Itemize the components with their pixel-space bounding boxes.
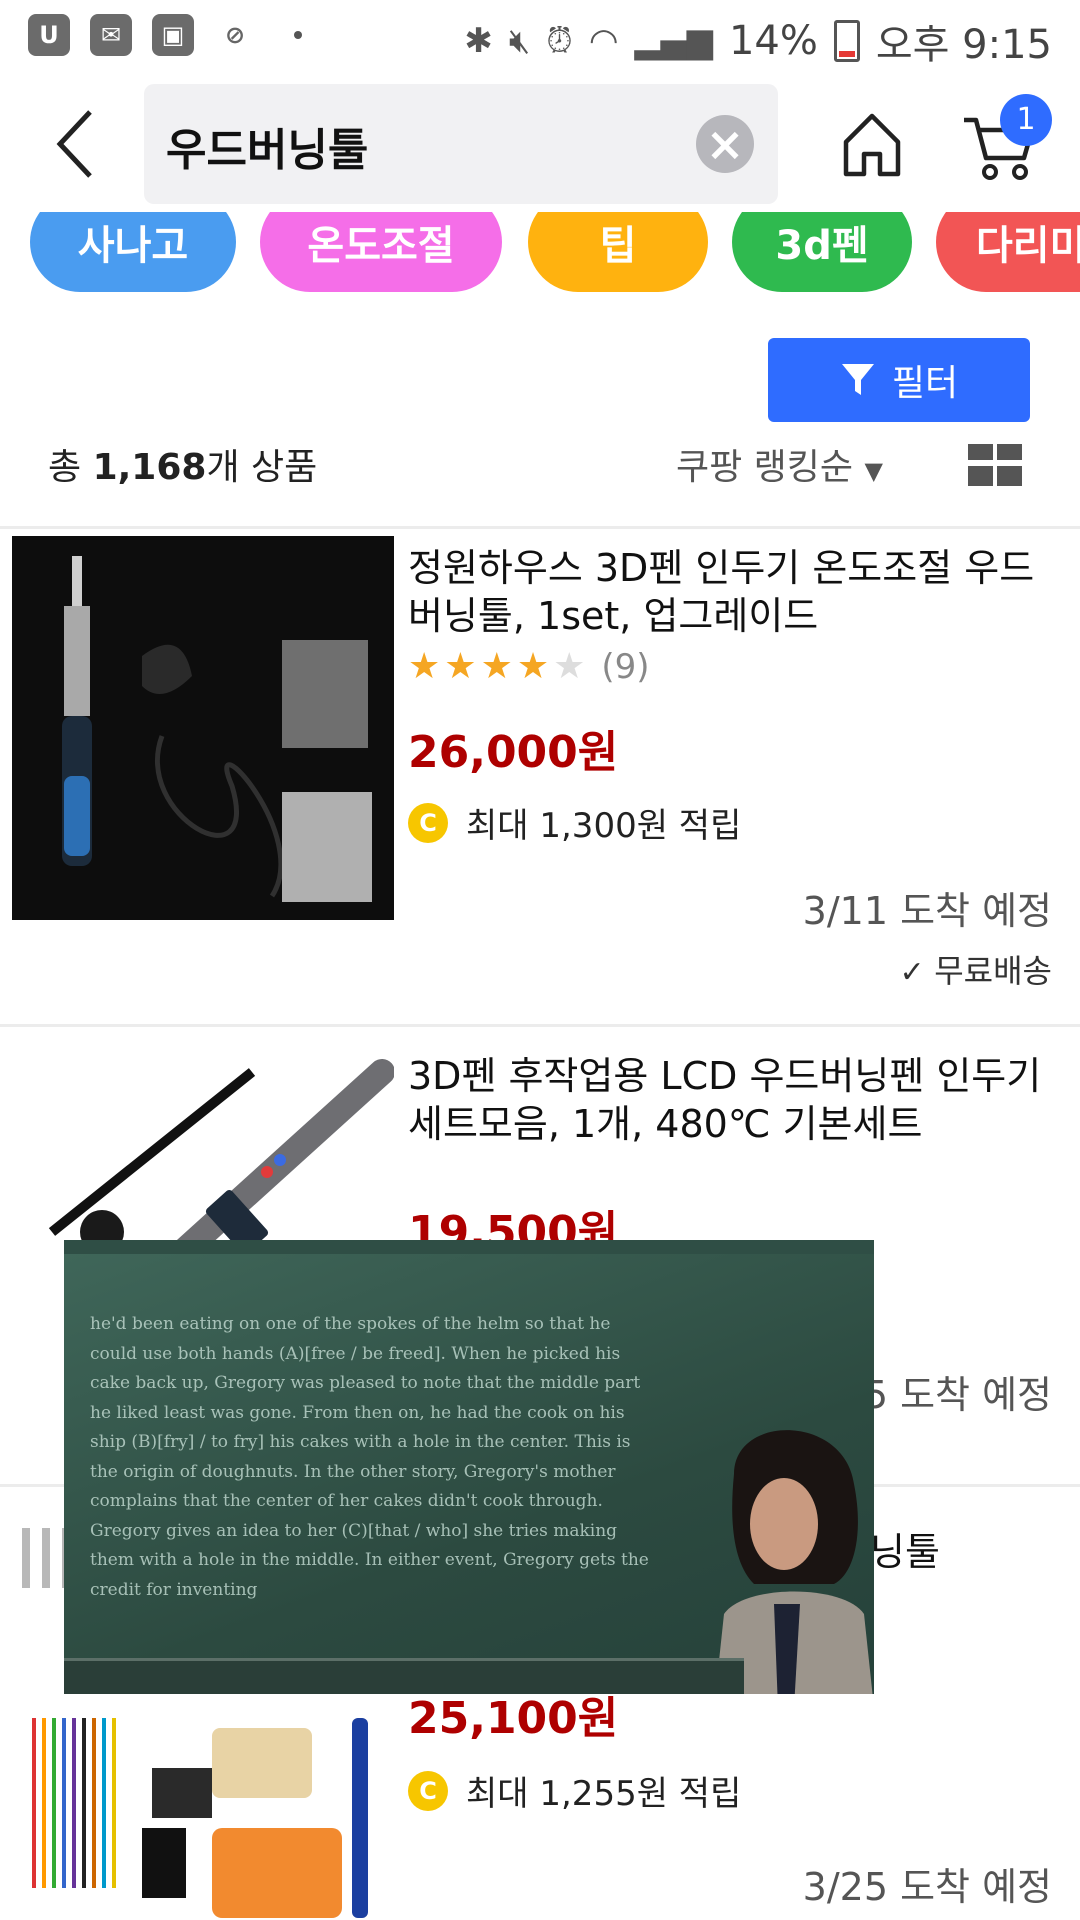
chip-iron[interactable]: 다리미 — [936, 212, 1080, 292]
chip-tip[interactable]: 팁 — [528, 212, 708, 292]
teacher-figure — [715, 1430, 873, 1694]
notification-icons: U ✉ ▣ ⊘ — [28, 14, 302, 56]
caret-down-icon: ▼ — [864, 457, 883, 485]
coupang-cash-icon: C — [408, 802, 448, 843]
chalkboard-text: he'd been eating on one of the spokes of… — [90, 1314, 649, 1600]
more-notifications-dot — [294, 31, 302, 39]
product-image[interactable] — [12, 536, 394, 920]
system-indicators: ✱ 🔇︎ ⏰︎ ◠ ▂▄▆ 14% 오후 9:15 — [464, 12, 1052, 70]
twitch-icon: ▣ — [152, 14, 194, 56]
search-input[interactable]: 우드버닝툴 × — [144, 84, 778, 204]
free-shipping: ✓ 무료배송 — [899, 952, 1052, 990]
mail-icon: ✉ — [90, 14, 132, 56]
product-title[interactable]: 3D펜 후작업용 LCD 우드버닝펜 인두기 세트모음, 1개, 480℃ 기본… — [408, 1052, 1058, 1148]
wifi-icon: ◠ — [588, 21, 619, 61]
search-query[interactable]: 우드버닝툴 — [166, 114, 368, 178]
coupang-cash-icon: C — [408, 1770, 448, 1811]
product-title[interactable]: 정원하우스 3D펜 인두기 온도조절 우드버닝툴, 1set, 업그레이드 — [408, 544, 1058, 640]
product-title[interactable]: 닝툴 — [870, 1528, 1070, 1576]
battery-icon — [833, 20, 860, 62]
floating-video-player[interactable]: he'd been eating on one of the spokes of… — [64, 1240, 874, 1694]
product-price: 26,000원 — [408, 727, 619, 778]
home-icon[interactable] — [840, 110, 904, 180]
divider — [0, 526, 1080, 529]
status-bar: U ✉ ▣ ⊘ ✱ 🔇︎ ⏰︎ ◠ ▂▄▆ 14% 오후 9:15 — [0, 0, 1080, 76]
chip-3dpen[interactable]: 3d펜 — [732, 212, 912, 292]
product-rating: ★ ★ ★ ★ ★ (9) — [408, 646, 650, 687]
sort-dropdown[interactable]: 쿠팡 랭킹순 ▼ — [676, 438, 883, 490]
divider — [0, 1024, 1080, 1027]
alarm-icon: ⏰︎ — [546, 21, 573, 61]
star-empty-icon: ★ — [553, 646, 586, 687]
back-arrow-icon[interactable] — [48, 104, 108, 184]
check-icon: ✓ — [899, 955, 935, 990]
reward-info: C 최대 1,255원 적립 — [408, 1766, 741, 1815]
star-icon: ★ — [480, 646, 513, 687]
chip-temperature[interactable]: 온도조절 — [260, 212, 502, 292]
battery-percent: 14% — [728, 18, 818, 64]
delivery-date: 3/11 도착 예정 — [802, 889, 1052, 933]
chalk-tray — [64, 1658, 744, 1694]
bluetooth-icon: ✱ — [464, 21, 493, 61]
pill-icon: ⊘ — [224, 21, 246, 49]
delivery-date: 5 도착 예정 — [863, 1373, 1052, 1417]
signal-icon: ▂▄▆ — [634, 21, 713, 61]
product-card[interactable]: 정원하우스 3D펜 인두기 온도조절 우드버닝툴, 1set, 업그레이드 ★ … — [0, 530, 1080, 1024]
delivery-date: 3/25 도착 예정 — [802, 1865, 1052, 1909]
result-count: 총 1,168개 상품 — [48, 447, 318, 488]
search-header: 우드버닝툴 × 1 — [0, 76, 1080, 216]
clock: 오후 9:15 — [875, 22, 1052, 68]
cart-count-badge: 1 — [1000, 94, 1052, 146]
reward-info: C 최대 1,300원 적립 — [408, 798, 741, 847]
filter-button[interactable]: 필터 — [768, 338, 1030, 422]
star-icon: ★ — [444, 646, 477, 687]
funnel-icon — [841, 364, 874, 395]
grid-view-icon[interactable] — [968, 444, 1022, 486]
product-image[interactable] — [12, 1052, 394, 1272]
filter-label: 필터 — [891, 363, 959, 404]
review-count: (9) — [601, 646, 650, 687]
chip-sanago[interactable]: 사나고 — [30, 212, 236, 292]
star-icon: ★ — [408, 646, 441, 687]
chalkboard: he'd been eating on one of the spokes of… — [64, 1254, 874, 1694]
related-keyword-chips: 사나고 온도조절 팁 3d펜 다리미 — [0, 212, 1080, 294]
star-icon: ★ — [516, 646, 550, 687]
clear-search-icon[interactable]: × — [696, 115, 754, 173]
mute-icon: 🔇︎ — [508, 21, 531, 61]
u-plus-icon: U — [28, 14, 70, 56]
